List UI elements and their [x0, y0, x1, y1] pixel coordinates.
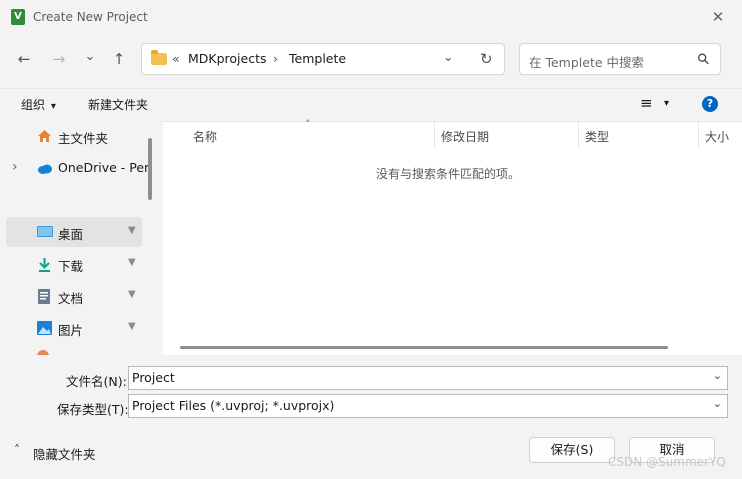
organize-menu[interactable]: 组织 ▾	[21, 96, 56, 113]
breadcrumb-templete[interactable]: Templete	[289, 51, 346, 66]
filetype-label: 保存类型(T):	[57, 402, 129, 417]
picture-icon	[37, 321, 52, 335]
search-input[interactable]: 在 Templete 中搜索 ⚲	[519, 43, 721, 75]
sidebar-item-label: 下载	[58, 259, 84, 274]
filename-value: Project	[132, 370, 175, 385]
watermark: CSDN @SummerYQ	[608, 455, 726, 469]
new-folder-button[interactable]: 新建文件夹	[88, 96, 148, 113]
keil-app-icon: V	[11, 9, 25, 25]
organize-label: 组织	[21, 98, 46, 112]
view-options-icon[interactable]: ≡	[640, 94, 653, 112]
sidebar-item-label: 图片	[58, 323, 84, 338]
filetype-select[interactable]: Project Files (*.uvproj; *.uvprojx) ⌄	[128, 394, 728, 418]
toolbar-divider	[0, 88, 742, 89]
filename-field[interactable]: Project ⌄	[128, 366, 728, 390]
cloud-icon	[37, 161, 52, 175]
download-icon	[37, 257, 52, 272]
folder-icon	[151, 50, 167, 65]
document-icon	[37, 289, 52, 304]
column-divider[interactable]	[434, 122, 435, 148]
hide-folders-toggle[interactable]: 隐藏文件夹	[33, 444, 96, 463]
filetype-dropdown-icon[interactable]: ⌄	[713, 397, 722, 410]
sidebar-item-documents[interactable]: 文档 ▼	[6, 281, 142, 311]
empty-state-message: 没有与搜索条件匹配的项。	[376, 167, 521, 181]
breadcrumb-overflow[interactable]: «	[172, 51, 180, 66]
navigation-pane: 主文件夹 › OneDrive - Per 桌面 ▼ 下载 ▼ 文档 ▼ 图片 …	[0, 121, 150, 355]
sidebar-item-downloads[interactable]: 下载 ▼	[6, 249, 142, 279]
close-icon[interactable]: ✕	[706, 6, 730, 28]
column-header-date[interactable]: 修改日期	[441, 128, 489, 145]
search-icon[interactable]: ⚲	[693, 49, 714, 70]
column-header-name[interactable]: 名称	[193, 128, 217, 145]
sidebar-item-label: 文档	[58, 291, 84, 306]
sidebar-item-pictures[interactable]: 图片 ▼	[6, 313, 142, 343]
home-icon	[37, 129, 52, 143]
sidebar-item-onedrive[interactable]: › OneDrive - Per	[6, 153, 149, 183]
pin-icon: ▼	[128, 257, 136, 268]
search-placeholder: 在 Templete 中搜索	[529, 55, 645, 70]
filename-label: 文件名(N):	[66, 374, 127, 389]
column-divider[interactable]	[578, 122, 579, 148]
column-divider[interactable]	[698, 122, 699, 148]
pin-icon: ▼	[128, 289, 136, 300]
sidebar-item-label: OneDrive - Per	[58, 160, 150, 175]
address-dropdown-icon[interactable]: ⌄	[443, 49, 453, 64]
expand-chevron-icon[interactable]: ›	[12, 159, 18, 175]
save-button[interactable]: 保存(S)	[529, 437, 615, 463]
breadcrumb-separator-icon: ›	[273, 51, 278, 66]
sidebar-item-home[interactable]: 主文件夹	[6, 121, 142, 151]
breadcrumb-mdkprojects[interactable]: MDKprojects	[188, 51, 267, 66]
sort-ascending-icon: ˄	[305, 118, 311, 131]
forward-arrow-icon[interactable]: →	[47, 47, 71, 71]
horizontal-scrollbar[interactable]	[180, 346, 668, 349]
sidebar-item-desktop[interactable]: 桌面 ▼	[6, 217, 142, 247]
help-icon[interactable]: ?	[702, 96, 718, 112]
window-title: Create New Project	[33, 10, 148, 24]
up-arrow-icon[interactable]: ↑	[107, 47, 131, 71]
back-arrow-icon[interactable]: ←	[12, 47, 36, 71]
filename-dropdown-icon[interactable]: ⌄	[713, 369, 722, 382]
sidebar-scrollbar[interactable]	[148, 138, 152, 200]
view-caret-icon[interactable]: ▾	[664, 98, 669, 109]
pin-icon: ▼	[128, 225, 136, 236]
column-header-size[interactable]: 大小	[705, 128, 729, 145]
hide-folders-caret-icon[interactable]: ˄	[14, 443, 20, 457]
refresh-icon[interactable]: ↻	[480, 50, 493, 68]
organize-caret-icon: ▾	[50, 101, 56, 112]
partial-sidebar-icon	[37, 350, 49, 355]
filetype-value: Project Files (*.uvproj; *.uvprojx)	[132, 398, 335, 413]
file-list[interactable]: ˄ 名称 修改日期 类型 大小 没有与搜索条件匹配的项。	[163, 118, 742, 355]
sidebar-item-label: 桌面	[58, 227, 84, 242]
pin-icon: ▼	[128, 321, 136, 332]
recent-locations-chevron-icon[interactable]: ⌄	[78, 45, 102, 69]
desktop-icon	[37, 225, 53, 239]
address-bar[interactable]: « MDKprojects › Templete ⌄ ↻	[141, 43, 505, 75]
column-header-type[interactable]: 类型	[585, 128, 609, 145]
sidebar-item-label: 主文件夹	[58, 131, 109, 146]
title-bar: V Create New Project ✕	[0, 0, 742, 34]
